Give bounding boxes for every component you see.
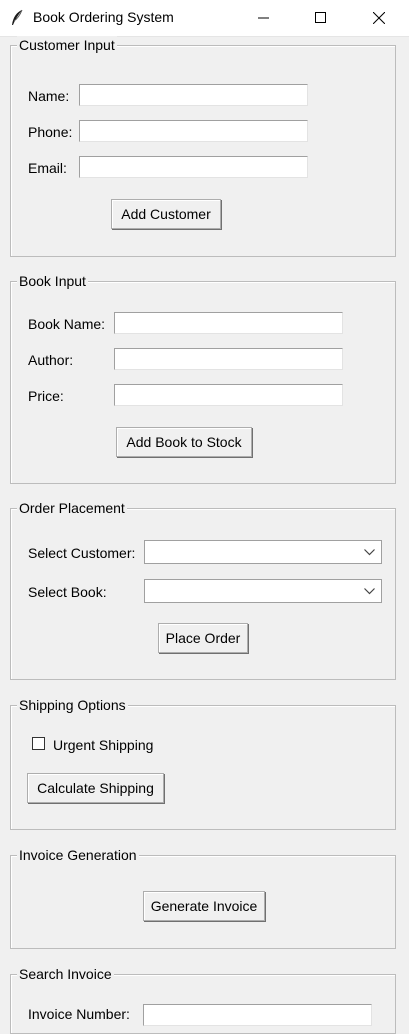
invoice-number-label: Invoice Number: — [28, 1006, 130, 1022]
window-title: Book Ordering System — [33, 9, 174, 25]
author-field[interactable] — [114, 348, 343, 370]
maximize-button[interactable] — [298, 0, 344, 36]
invoice-generation-group: Invoice Generation Generate Invoice — [10, 846, 396, 949]
search-invoice-legend: Search Invoice — [17, 965, 114, 983]
shipping-options-legend: Shipping Options — [17, 696, 128, 714]
order-placement-legend: Order Placement — [17, 499, 127, 517]
place-order-button[interactable]: Place Order — [158, 623, 248, 653]
add-book-button[interactable]: Add Book to Stock — [116, 427, 252, 457]
book-name-label: Book Name: — [28, 316, 106, 332]
invoice-generation-legend: Invoice Generation — [17, 846, 139, 864]
calculate-shipping-button[interactable]: Calculate Shipping — [27, 773, 164, 803]
generate-invoice-button[interactable]: Generate Invoice — [143, 891, 265, 921]
search-invoice-group: Search Invoice Invoice Number: — [10, 965, 396, 1034]
customer-input-group: Customer Input Name: Phone: Email: Add C… — [10, 36, 396, 257]
urgent-shipping-checkbox[interactable] — [32, 737, 45, 750]
select-customer-label: Select Customer: — [28, 545, 136, 561]
select-book-label: Select Book: — [28, 584, 107, 600]
book-name-field[interactable] — [114, 312, 343, 334]
select-book-combobox[interactable] — [144, 579, 382, 603]
name-label: Name: — [28, 88, 70, 104]
shipping-options-group: Shipping Options Urgent Shipping Calcula… — [10, 696, 396, 830]
book-input-group: Book Input Book Name: Author: Price: Add… — [10, 272, 396, 484]
title-bar: Book Ordering System — [0, 0, 409, 37]
order-placement-group: Order Placement Select Customer: Select … — [10, 499, 396, 680]
minimize-button[interactable] — [241, 0, 287, 36]
email-label: Email: — [28, 160, 67, 176]
book-input-legend: Book Input — [17, 272, 88, 290]
author-label: Author: — [28, 352, 74, 368]
price-field[interactable] — [114, 384, 343, 406]
customer-input-legend: Customer Input — [17, 36, 117, 54]
feather-icon — [9, 9, 25, 27]
invoice-number-field[interactable] — [143, 1004, 372, 1026]
email-field[interactable] — [79, 156, 308, 178]
price-label: Price: — [28, 388, 64, 404]
urgent-shipping-label: Urgent Shipping — [53, 737, 154, 753]
select-customer-combobox[interactable] — [144, 540, 382, 564]
name-field[interactable] — [79, 84, 308, 106]
add-customer-button[interactable]: Add Customer — [111, 199, 221, 229]
close-button[interactable] — [356, 0, 402, 36]
phone-field[interactable] — [79, 120, 308, 142]
phone-label: Phone: — [28, 124, 73, 140]
